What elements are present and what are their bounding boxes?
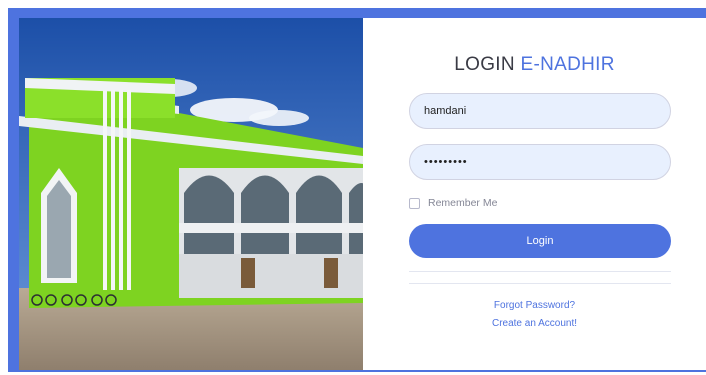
create-account-link[interactable]: Create an Account! — [363, 318, 706, 329]
login-title-brand: E-NADHIR — [520, 54, 615, 75]
divider — [409, 283, 671, 284]
remember-me[interactable]: Remember Me — [409, 196, 497, 210]
username-input[interactable] — [409, 93, 671, 129]
login-button[interactable]: Login — [409, 224, 671, 258]
login-title-prefix: LOGIN — [454, 54, 515, 75]
mosque-photo — [19, 18, 363, 370]
password-input[interactable] — [409, 144, 671, 180]
login-card: LOGIN E-NADHIR Remember Me Login Forgot … — [19, 18, 706, 370]
divider — [409, 271, 671, 272]
mosque-illustration — [19, 18, 363, 370]
login-title: LOGIN E-NADHIR — [363, 54, 706, 76]
remember-me-label: Remember Me — [428, 197, 498, 209]
login-panel: LOGIN E-NADHIR Remember Me Login Forgot … — [363, 18, 706, 370]
forgot-password-link[interactable]: Forgot Password? — [363, 300, 706, 311]
remember-me-checkbox[interactable] — [409, 197, 420, 209]
